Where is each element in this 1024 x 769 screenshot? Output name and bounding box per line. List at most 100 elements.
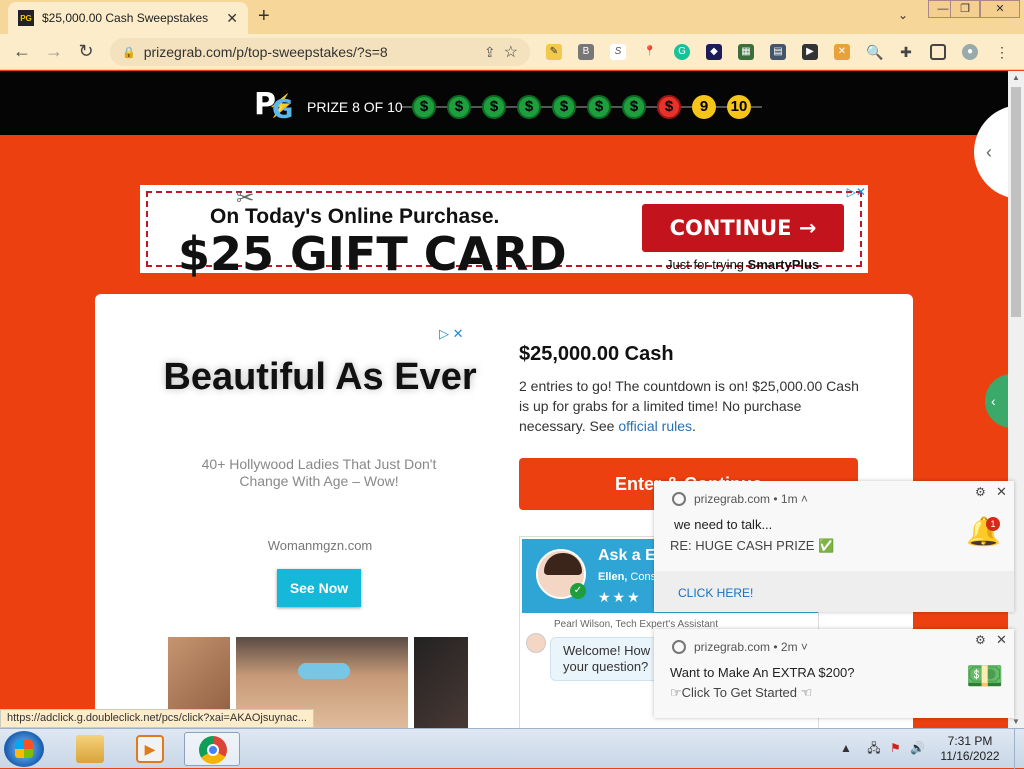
restore-button[interactable]: ❐	[950, 0, 980, 18]
banner-headline: $25 GIFT CARD	[178, 227, 567, 281]
adchoices-icon[interactable]: ▷ ✕	[439, 326, 464, 342]
prizegrab-favicon-icon: PG	[18, 10, 34, 26]
address-bar[interactable]: 🔒 prizegrab.com/p/top-sweepstakes/?s=8 ⇪…	[110, 38, 530, 66]
clock-date: 11/16/2022	[940, 749, 1000, 763]
remaining-prize-dot: 10	[727, 95, 751, 119]
money-icon: 💵	[966, 660, 1004, 693]
taskbar-clock[interactable]: 7:31 PM 11/16/2022	[932, 734, 1008, 764]
status-url: https://adclick.g.doubleclick.net/pcs/cl…	[0, 709, 314, 728]
prize-description: 2 entries to go! The countdown is on! $2…	[519, 378, 859, 434]
close-window-button[interactable]: ✕	[980, 0, 1020, 18]
assistant-avatar	[526, 633, 546, 653]
completed-prize-dot: $	[412, 95, 436, 119]
tray-expand-icon[interactable]: ▲	[840, 741, 852, 755]
tab-search-chevron-icon[interactable]: ⌄	[898, 8, 908, 22]
completed-prize-dot: $	[482, 95, 506, 119]
start-button[interactable]	[4, 731, 44, 767]
ext-icon-x[interactable]: ✕	[834, 44, 850, 60]
completed-prize-dot: $	[587, 95, 611, 119]
scroll-down-arrow-icon[interactable]: ▼	[1012, 717, 1020, 726]
ad-thumbnail[interactable]	[414, 637, 468, 728]
continue-button[interactable]: CONTINUE →	[642, 204, 844, 252]
push-notification[interactable]: prizegrab.com • 2m ˅ ⚙ ✕ Want to Make An…	[654, 629, 1014, 718]
prize-counter-label: PRIZE 8 OF 10	[307, 99, 403, 115]
push-notification[interactable]: prizegrab.com • 1m ˄ ⚙ ✕ we need to talk…	[654, 481, 1014, 612]
ext-icon-video[interactable]: ▶	[802, 44, 818, 60]
completed-prize-dot: $	[622, 95, 646, 119]
magnifier-icon[interactable]: 🔍	[866, 44, 883, 60]
taskbar-chrome[interactable]	[184, 732, 240, 766]
notification-title: we need to talk...	[674, 517, 773, 532]
browser-tab[interactable]: PG $25,000.00 Cash Sweepstakes ✕	[8, 2, 248, 34]
coupon-border: ✂ On Today's Online Purchase. $25 GIFT C…	[146, 185, 862, 281]
tab-title: $25,000.00 Cash Sweepstakes	[42, 11, 209, 25]
sunglasses-image	[298, 663, 350, 679]
lock-icon[interactable]: 🔒	[122, 46, 136, 59]
map-pin-icon[interactable]: 📍	[642, 44, 658, 60]
side-tab-chevron-icon[interactable]: ‹	[985, 374, 1008, 428]
volume-icon[interactable]: 🔊	[910, 741, 925, 755]
chrome-globe-icon	[672, 492, 686, 506]
chrome-globe-icon	[672, 640, 686, 654]
ext-icon-dark[interactable]: ◆	[706, 44, 722, 60]
ad-headline[interactable]: Beautiful As Ever	[135, 356, 505, 399]
ext-icon-b[interactable]: B	[578, 44, 594, 60]
banner-subtext: Just for trying SmartyPlus	[666, 257, 820, 272]
remaining-prize-dot: 9	[692, 95, 716, 119]
sidepanel-icon[interactable]	[930, 44, 946, 60]
completed-prize-dot: $	[517, 95, 541, 119]
banner-top-line: On Today's Online Purchase.	[210, 205, 500, 228]
taskbar-media-player[interactable]: ▶	[122, 732, 178, 766]
notification-badge: 1	[986, 517, 1000, 531]
share-icon[interactable]: ⇪	[484, 44, 496, 61]
windows-logo-icon	[15, 740, 33, 758]
menu-icon[interactable]: ⋮	[994, 44, 1010, 60]
browser-toolbar: ← → ↻ 🔒 prizegrab.com/p/top-sweepstakes/…	[0, 34, 1024, 70]
official-rules-link[interactable]: official rules	[618, 418, 692, 434]
chat-subtitle: Ellen, Cons	[598, 571, 657, 583]
bookmark-star-icon[interactable]: ☆	[504, 42, 518, 62]
system-tray[interactable]: ▲ 🖧 ⚑ 🔊	[840, 739, 925, 760]
expert-avatar: ✓	[536, 549, 586, 599]
close-icon[interactable]: ✕	[996, 632, 1007, 648]
bell-icon: 🔔 1	[966, 516, 1001, 547]
back-arrow-icon[interactable]: ←	[10, 41, 34, 62]
adchoices-icon[interactable]: ▷✕	[847, 185, 866, 199]
ext-icon-1[interactable]: ✎	[546, 44, 562, 60]
notification-title: Want to Make An EXTRA $200?	[670, 665, 855, 680]
notification-site: prizegrab.com • 1m ˄	[694, 492, 808, 506]
click-here-button[interactable]: CLICK HERE!	[678, 586, 753, 600]
see-now-button[interactable]: See Now	[277, 569, 361, 607]
notification-body: ☞Click To Get Started ☜	[670, 685, 813, 700]
ext-icon-photo[interactable]: ▦	[738, 44, 754, 60]
ad-source[interactable]: Womanmgzn.com	[225, 538, 415, 553]
ext-icon-photo2[interactable]: ▤	[770, 44, 786, 60]
scroll-up-arrow-icon[interactable]: ▲	[1012, 73, 1020, 82]
rating-stars: ★★★	[598, 589, 642, 605]
show-desktop-button[interactable]	[1014, 729, 1024, 769]
notification-site: prizegrab.com • 2m ˅	[694, 640, 808, 654]
ad-description[interactable]: 40+ Hollywood Ladies That Just Don't Cha…	[191, 456, 447, 490]
puzzle-icon[interactable]: ✚	[898, 44, 914, 60]
gear-icon[interactable]: ⚙	[975, 485, 986, 499]
verified-check-icon: ✓	[570, 583, 586, 599]
new-tab-icon[interactable]: +	[258, 5, 270, 28]
current-prize-dot: $	[657, 95, 681, 119]
grammarly-icon[interactable]: G	[674, 44, 690, 60]
action-center-flag-icon[interactable]: ⚑	[890, 741, 901, 755]
prizegrab-logo[interactable]: P ⚡ G	[254, 87, 296, 127]
banner-ad[interactable]: ✂ On Today's Online Purchase. $25 GIFT C…	[140, 185, 868, 281]
ext-icon-s[interactable]: S	[610, 44, 626, 60]
taskbar-explorer[interactable]	[62, 732, 118, 766]
close-icon[interactable]: ✕	[996, 484, 1007, 500]
notification-body: RE: HUGE CASH PRIZE ✅	[670, 538, 835, 553]
network-icon[interactable]: 🖧	[867, 741, 880, 755]
tab-close-icon[interactable]: ✕	[226, 10, 238, 27]
address-url[interactable]: prizegrab.com/p/top-sweepstakes/?s=8	[144, 44, 476, 60]
gear-icon[interactable]: ⚙	[975, 633, 986, 647]
profile-icon[interactable]: ●	[962, 44, 978, 60]
reload-icon[interactable]: ↻	[74, 41, 98, 62]
prize-title: $25,000.00 Cash	[519, 343, 674, 365]
scrollbar-thumb[interactable]	[1011, 87, 1021, 317]
forward-arrow-icon[interactable]: →	[42, 41, 66, 62]
